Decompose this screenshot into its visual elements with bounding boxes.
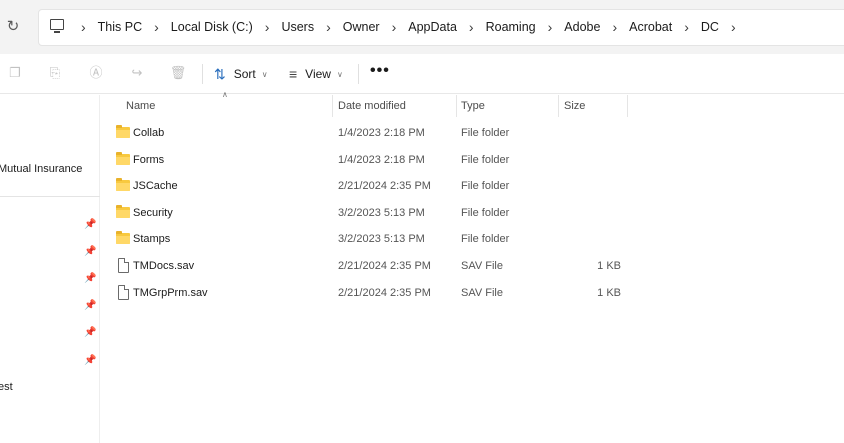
address-bar-row: ↻ › This PC › Local Disk (C:) › Users › … [0,0,844,54]
nav-item-mutual-insurance[interactable]: Mutual Insurance [0,163,82,175]
file-name: Stamps [133,233,171,245]
breadcrumb-dc[interactable]: DC [700,9,720,46]
file-date: 2/21/2024 2:35 PM [338,180,431,192]
copy-icon[interactable]: ❐ [6,64,24,82]
file-name: Collab [133,127,165,139]
file-name: TMDocs.sav [133,260,195,272]
file-row[interactable]: Security 3/2/2023 5:13 PM File folder [100,200,844,226]
command-bar: ❐ ⎘ Ⓐ ↪ 🗑 ⇅ Sort ∨ ≡ View ∨ ••• [0,54,844,94]
file-type: File folder [461,154,510,166]
pin-icon[interactable]: 📌 [84,327,96,339]
pin-icon[interactable]: 📌 [84,273,96,285]
column-header-type[interactable]: Type [456,95,558,117]
pin-icon[interactable]: 📌 [84,355,96,367]
breadcrumb-this-pc[interactable]: This PC [97,9,143,46]
file-date: 2/21/2024 2:35 PM [338,260,431,272]
breadcrumb-adobe[interactable]: Adobe [563,9,601,46]
file-date: 1/4/2023 2:18 PM [338,154,425,166]
file-row[interactable]: TMGrpPrm.sav 2/21/2024 2:35 PM SAV File … [100,280,844,306]
file-size [560,200,621,226]
column-header-date[interactable]: Date modified [333,95,455,117]
file-size [560,173,621,199]
chevron-right-icon[interactable]: › [537,9,564,46]
chevron-right-icon[interactable]: › [673,9,700,46]
file-row[interactable]: Collab 1/4/2023 2:18 PM File folder [100,120,844,146]
folder-icon [116,205,130,218]
breadcrumb-owner[interactable]: Owner [342,9,381,46]
folder-icon [116,178,130,191]
nav-divider [0,196,100,197]
file-date: 1/4/2023 2:18 PM [338,127,425,139]
file-name: JSCache [133,180,178,192]
more-options-button[interactable]: ••• [370,62,390,80]
breadcrumb-acrobat[interactable]: Acrobat [628,9,673,46]
file-type: File folder [461,233,510,245]
chevron-right-icon[interactable]: › [381,9,408,46]
file-list-header: Name Date modified Type Size [100,95,844,117]
navigation-pane: Mutual Insurance 📌 📌 📌 📌 📌 📌 est [0,95,100,443]
file-size: 1 KB [597,287,621,299]
file-type: File folder [461,180,510,192]
file-row[interactable]: Forms 1/4/2023 2:18 PM File folder [100,147,844,173]
file-date: 3/2/2023 5:13 PM [338,233,425,245]
breadcrumb-local-disk[interactable]: Local Disk (C:) [170,9,254,46]
chevron-right-icon[interactable]: › [601,9,628,46]
file-date: 2/21/2024 2:35 PM [338,287,431,299]
folder-icon [116,125,130,138]
share-icon[interactable]: ↪ [128,64,146,82]
chevron-right-icon[interactable]: › [315,9,342,46]
file-type: SAV File [461,260,503,272]
rename-icon[interactable]: Ⓐ [87,64,105,82]
chevron-right-icon[interactable]: › [143,9,170,46]
breadcrumb-appdata[interactable]: AppData [407,9,458,46]
sort-label: Sort [233,67,256,81]
pin-icon[interactable]: 📌 [84,246,96,258]
file-icon [118,258,129,273]
chevron-right-icon[interactable]: › [458,9,485,46]
breadcrumb: › This PC › Local Disk (C:) › Users › Ow… [70,9,747,46]
view-label: View [305,67,331,81]
pin-icon[interactable]: 📌 [84,300,96,312]
file-name: Security [133,207,173,219]
file-name: Forms [133,154,165,166]
folder-icon [116,231,130,244]
column-divider[interactable] [627,95,628,117]
column-header-name[interactable]: Name [121,95,332,117]
file-size: 1 KB [597,260,621,272]
chevron-down-icon: ∨ [261,69,268,79]
this-pc-icon[interactable] [50,19,64,33]
file-name: TMGrpPrm.sav [133,287,208,299]
file-type: SAV File [461,287,503,299]
file-icon [118,285,129,300]
file-row[interactable]: TMDocs.sav 2/21/2024 2:35 PM SAV File 1 … [100,253,844,279]
file-size [560,147,621,173]
file-row[interactable]: JSCache 2/21/2024 2:35 PM File folder [100,173,844,199]
sort-icon: ⇅ [214,65,226,82]
delete-icon[interactable]: 🗑 [169,64,187,82]
folder-icon [116,152,130,165]
chevron-right-icon[interactable]: › [70,9,97,46]
chevron-right-icon[interactable]: › [720,9,747,46]
paste-icon[interactable]: ⎘ [46,64,64,82]
chevron-right-icon[interactable]: › [254,9,281,46]
file-type: File folder [461,207,510,219]
sort-button[interactable]: ⇅ Sort ∨ [214,62,268,86]
nav-item-est[interactable]: est [0,381,13,393]
pin-icon[interactable]: 📌 [84,219,96,231]
breadcrumb-roaming[interactable]: Roaming [485,9,537,46]
column-header-size[interactable]: Size [559,95,627,117]
file-row[interactable]: Stamps 3/2/2023 5:13 PM File folder [100,226,844,252]
file-type: File folder [461,127,510,139]
toolbar-divider [358,64,359,84]
file-size [560,120,621,146]
refresh-icon[interactable]: ↻ [4,17,22,37]
file-size [560,226,621,252]
toolbar-divider [202,64,203,84]
breadcrumb-users[interactable]: Users [280,9,315,46]
view-icon: ≡ [289,66,298,82]
view-button[interactable]: ≡ View ∨ [289,62,343,86]
file-date: 3/2/2023 5:13 PM [338,207,425,219]
chevron-down-icon: ∨ [336,69,343,79]
